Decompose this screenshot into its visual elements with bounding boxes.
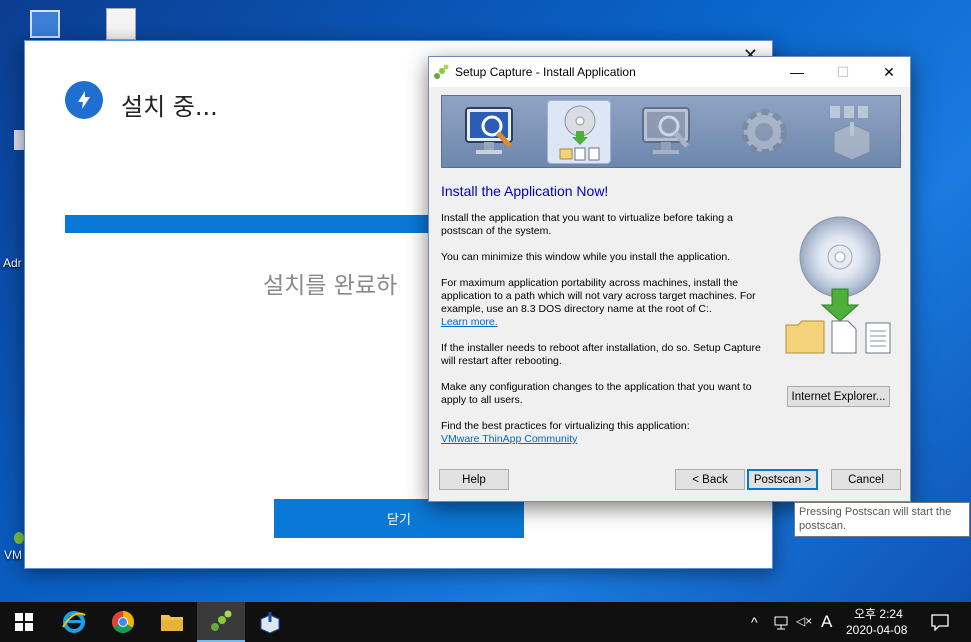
setup-capture-dialog: Setup Capture - Install Application — ☐ …	[428, 56, 911, 502]
clock-date[interactable]: 2020-04-08	[846, 623, 907, 637]
minimize-icon[interactable]: —	[774, 57, 820, 87]
internet-explorer-button[interactable]: Internet Explorer...	[787, 386, 890, 407]
prescan-monitor-icon	[460, 100, 524, 164]
internet-explorer-icon	[62, 611, 86, 633]
installer-close-button[interactable]: 닫기	[274, 499, 524, 538]
thinapp-taskbar-icon	[211, 610, 232, 631]
dialog-title: Setup Capture - Install Application	[455, 65, 636, 79]
instruction-minimize: You can minimize this window while you i…	[441, 251, 731, 263]
desktop-app-icon[interactable]	[14, 130, 24, 150]
help-button[interactable]: Help	[439, 469, 509, 490]
close-icon[interactable]: ✕	[866, 57, 912, 87]
chrome-icon	[112, 611, 134, 633]
taskbar-internet-explorer[interactable]	[50, 602, 98, 642]
instruction-install: Install the application that you want to…	[441, 212, 733, 237]
lightning-icon	[65, 81, 103, 119]
package-icon	[820, 100, 884, 164]
thinapp-icon	[434, 64, 449, 79]
learn-more-link[interactable]: Learn more.	[441, 316, 498, 328]
instruction-portability: For maximum application portability acro…	[441, 277, 776, 329]
start-button[interactable]	[0, 602, 48, 642]
installer-progress-text: 설치를 완료하	[263, 273, 398, 299]
notifications-icon[interactable]	[931, 614, 949, 631]
postscan-tooltip: Pressing Postscan will start the postsca…	[794, 502, 970, 537]
taskbar-installer[interactable]	[246, 602, 294, 642]
thinapp-community-link[interactable]: VMware ThinApp Community	[441, 433, 577, 445]
instruction-best-practices: Find the best practices for virtualizing…	[441, 420, 776, 446]
back-button[interactable]: < Back	[675, 469, 745, 490]
postscan-button[interactable]: Postscan >	[747, 469, 818, 490]
folder-icon	[161, 615, 183, 631]
desktop-document-icon[interactable]	[106, 8, 136, 40]
postscan-monitor-icon	[637, 100, 701, 164]
tray-chevron-icon[interactable]: ^	[751, 614, 758, 630]
taskbar-thinapp[interactable]	[197, 602, 245, 642]
volume-muted-icon[interactable]: ◁×	[796, 614, 812, 628]
clock-time[interactable]: 오후 2:24	[854, 605, 903, 622]
windows-logo-icon	[15, 613, 33, 631]
install-disc-icon	[547, 100, 611, 164]
installer-title: 설치 중...	[121, 93, 218, 121]
gear-icon	[732, 100, 796, 164]
desktop-label-vm: VM	[4, 548, 22, 562]
portability-text: For maximum application portability acro…	[441, 277, 756, 315]
wizard-steps-banner	[441, 95, 901, 168]
cancel-button[interactable]: Cancel	[831, 469, 901, 490]
taskbar-chrome[interactable]	[99, 602, 147, 642]
best-practices-text: Find the best practices for virtualizing…	[441, 420, 690, 432]
instruction-reboot: If the installer needs to reboot after i…	[441, 342, 761, 367]
instruction-config: Make any configuration changes to the ap…	[441, 381, 752, 406]
desktop-vmware-icon[interactable]	[14, 532, 24, 544]
install-illustration	[784, 215, 894, 355]
ime-indicator[interactable]: A	[821, 612, 832, 632]
desktop-label-admin: Adr	[3, 256, 22, 270]
dialog-heading: Install the Application Now!	[441, 183, 609, 199]
taskbar-file-explorer[interactable]	[148, 602, 196, 642]
maximize-icon: ☐	[836, 63, 850, 80]
installer-box-icon	[260, 612, 280, 634]
taskbar: ^ ◁× A 오후 2:24 2020-04-08	[0, 602, 971, 642]
desktop-pc-icon[interactable]	[30, 10, 60, 38]
network-icon[interactable]	[773, 615, 791, 631]
dialog-titlebar[interactable]: Setup Capture - Install Application — ☐ …	[429, 57, 910, 87]
cd-install-icon	[785, 216, 891, 354]
